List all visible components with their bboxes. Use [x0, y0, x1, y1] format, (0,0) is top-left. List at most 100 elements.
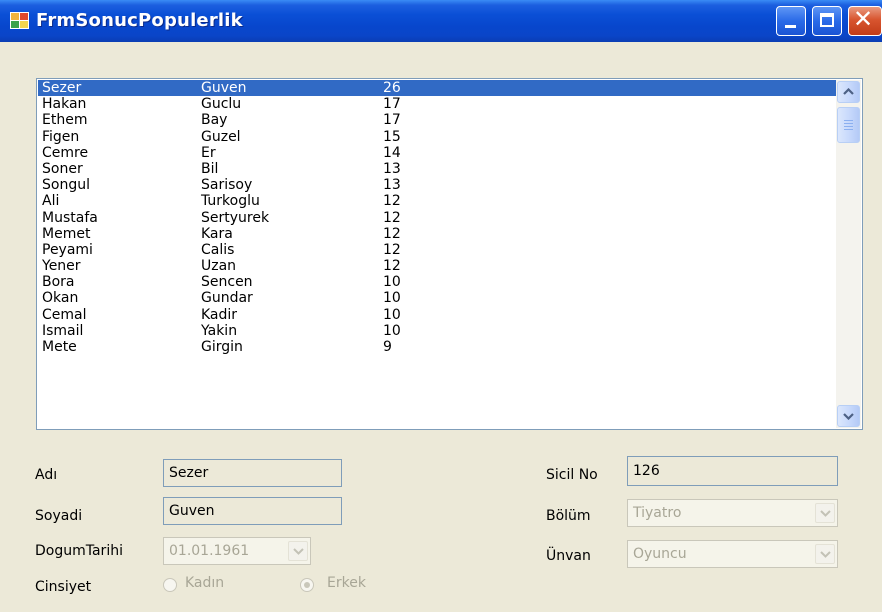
- minimize-button[interactable]: [776, 6, 806, 36]
- bolum-value: Tiyatro: [633, 505, 682, 521]
- list-item[interactable]: Soner Bil 13: [38, 161, 842, 177]
- list-item-score: 10: [383, 290, 401, 307]
- list-item-last-name: Sencen: [201, 274, 253, 291]
- list-item-last-name: Girgin: [201, 339, 243, 355]
- unvan-select[interactable]: Oyuncu: [627, 540, 838, 568]
- list-item-first-name: Ismail: [42, 322, 84, 339]
- list-item-first-name: Figen: [42, 128, 80, 145]
- cinsiyet-label: Cinsiyet: [35, 579, 92, 595]
- date-dropdown-button[interactable]: [288, 541, 308, 561]
- list-item-last-name: Er: [201, 144, 216, 161]
- list-item[interactable]: Figen Guzel 15: [38, 129, 842, 145]
- list-item-score: 12: [383, 193, 401, 210]
- scroll-thumb[interactable]: [837, 107, 860, 143]
- list-item[interactable]: Cemal Kadir 10: [38, 307, 842, 323]
- list-item-last-name: Yakin: [201, 322, 238, 339]
- chevron-down-icon: [820, 510, 831, 517]
- list-item-score: 12: [383, 241, 401, 258]
- list-item-last-name: Uzan: [201, 258, 237, 275]
- adi-label: Adı: [35, 467, 58, 483]
- list-item[interactable]: Sezer Guven 26: [38, 80, 842, 97]
- list-item-score: 26: [383, 80, 401, 96]
- title-bar[interactable]: FrmSonucPopulerlik ✕: [0, 0, 882, 42]
- list-item-score: 10: [383, 322, 401, 339]
- list-item-last-name: Kadir: [201, 306, 238, 323]
- dogum-tarihi-label: DogumTarihi: [35, 543, 123, 559]
- maximize-button[interactable]: [812, 6, 842, 36]
- minimize-icon: [785, 25, 796, 28]
- list-item[interactable]: Ali Turkoglu 12: [38, 193, 842, 209]
- list-item[interactable]: Memet Kara 12: [38, 226, 842, 242]
- list-item-first-name: Cemal: [42, 306, 87, 323]
- list-item-first-name: Mete: [42, 339, 77, 355]
- bolum-select[interactable]: Tiyatro: [627, 499, 838, 527]
- sicil-no-field[interactable]: 126: [627, 456, 838, 486]
- list-item[interactable]: Cemre Er 14: [38, 145, 842, 161]
- dogum-tarihi-value: 01.01.1961: [169, 543, 250, 559]
- list-item-last-name: Sarisoy: [201, 177, 253, 194]
- bolum-dropdown-button[interactable]: [815, 503, 835, 523]
- list-item-last-name: Sertyurek: [201, 209, 270, 226]
- list-item-first-name: Memet: [42, 225, 91, 242]
- list-item-last-name: Guzel: [201, 128, 241, 145]
- list-item-last-name: Gundar: [201, 290, 253, 307]
- unvan-label: Ünvan: [546, 548, 591, 564]
- list-item[interactable]: Peyami Calis 12: [38, 242, 842, 258]
- list-item[interactable]: Songul Sarisoy 13: [38, 177, 842, 193]
- scroll-up-button[interactable]: [837, 81, 860, 103]
- chevron-down-icon: [820, 551, 831, 558]
- list-item-score: 17: [383, 96, 401, 113]
- list-item-last-name: Turkoglu: [201, 193, 260, 210]
- list-item-score: 13: [383, 160, 401, 177]
- radio-selected-dot: [304, 582, 310, 588]
- list-item-score: 13: [383, 177, 401, 194]
- soyadi-field[interactable]: Guven: [163, 497, 342, 525]
- list-item-score: 12: [383, 225, 401, 242]
- dogum-tarihi-picker[interactable]: 01.01.1961: [163, 537, 311, 565]
- window-title: FrmSonucPopulerlik: [36, 10, 243, 31]
- list-item[interactable]: Okan Gundar 10: [38, 290, 842, 306]
- list-item[interactable]: Mete Girgin 9: [38, 339, 842, 355]
- list-item-first-name: Peyami: [42, 241, 93, 258]
- adi-field[interactable]: Sezer: [163, 459, 342, 487]
- list-item-first-name: Okan: [42, 290, 79, 307]
- list-item-last-name: Calis: [201, 241, 235, 258]
- list-item[interactable]: Hakan Guclu 17: [38, 96, 842, 112]
- list-item-last-name: Bay: [201, 112, 228, 129]
- list-item-last-name: Guven: [201, 80, 247, 96]
- list-item-first-name: Mustafa: [42, 209, 98, 226]
- unvan-value: Oyuncu: [633, 546, 687, 562]
- kadin-radio-label: Kadın: [185, 575, 225, 591]
- vertical-scrollbar[interactable]: [836, 80, 861, 428]
- sicil-no-label: Sicil No: [546, 467, 598, 483]
- list-item-first-name: Hakan: [42, 96, 87, 113]
- app-icon[interactable]: [10, 12, 29, 29]
- erkek-radio[interactable]: [300, 578, 314, 592]
- listbox-rows: Sezer Guven 26 Hakan Guclu 17 Ethem Bay 17 Figen G…: [38, 80, 842, 355]
- soyadi-label: Soyadi: [35, 508, 83, 524]
- erkek-radio-label: Erkek: [327, 575, 366, 591]
- list-item[interactable]: Ethem Bay 17: [38, 112, 842, 128]
- scroll-down-button[interactable]: [837, 405, 860, 427]
- list-item[interactable]: Mustafa Sertyurek 12: [38, 210, 842, 226]
- close-button[interactable]: ✕: [848, 5, 882, 36]
- results-listbox[interactable]: Sezer Guven 26 Hakan Guclu 17 Ethem Bay 17 Figen G…: [36, 78, 863, 430]
- list-item-score: 14: [383, 144, 401, 161]
- list-item-first-name: Ethem: [42, 112, 88, 129]
- list-item-last-name: Kara: [201, 225, 233, 242]
- list-item-score: 9: [383, 339, 392, 355]
- bolum-label: Bölüm: [546, 508, 591, 524]
- list-item-first-name: Soner: [42, 160, 83, 177]
- unvan-dropdown-button[interactable]: [815, 544, 835, 564]
- list-item-score: 10: [383, 274, 401, 291]
- list-item-first-name: Songul: [42, 177, 90, 194]
- list-item-first-name: Sezer: [42, 80, 82, 96]
- kadin-radio[interactable]: [163, 578, 177, 592]
- list-item-first-name: Ali: [42, 193, 60, 210]
- list-item[interactable]: Ismail Yakin 10: [38, 323, 842, 339]
- maximize-icon: [820, 13, 834, 27]
- list-item[interactable]: Yener Uzan 12: [38, 258, 842, 274]
- list-item[interactable]: Bora Sencen 10: [38, 274, 842, 290]
- list-item-score: 15: [383, 128, 401, 145]
- scroll-up-arrow-icon: [843, 88, 854, 95]
